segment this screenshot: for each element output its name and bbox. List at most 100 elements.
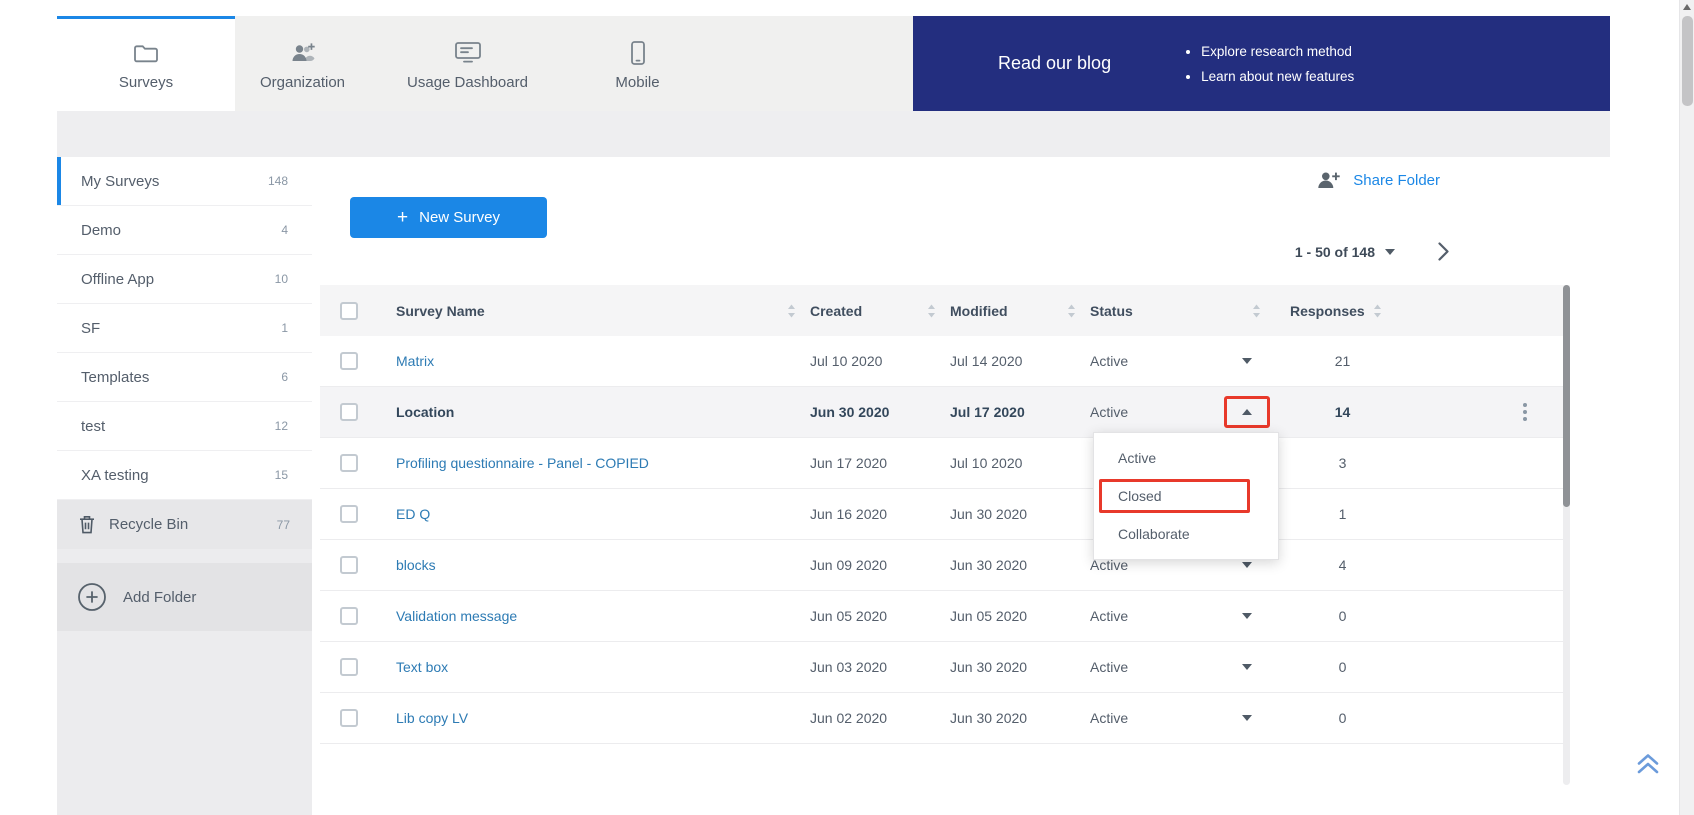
header-label: Responses xyxy=(1290,303,1365,319)
caret-down-icon[interactable] xyxy=(1242,664,1252,670)
sort-icon[interactable] xyxy=(1252,304,1261,318)
header-modified[interactable]: Modified xyxy=(950,303,1090,319)
survey-name-link[interactable]: Text box xyxy=(376,659,810,675)
status-cell[interactable]: Active xyxy=(1090,336,1275,386)
header-survey-name[interactable]: Survey Name xyxy=(376,303,810,319)
checkbox-cell xyxy=(320,454,376,472)
sort-icon[interactable] xyxy=(787,304,796,318)
survey-name-link[interactable]: Validation message xyxy=(376,608,810,624)
folder-count: 12 xyxy=(275,419,288,433)
header-created[interactable]: Created xyxy=(810,303,950,319)
new-survey-button[interactable]: + New Survey xyxy=(350,197,547,238)
checkbox-cell xyxy=(320,352,376,370)
header-checkbox-cell xyxy=(320,302,376,320)
header-status[interactable]: Status xyxy=(1090,303,1275,319)
folder-icon xyxy=(133,40,159,66)
table-row: Text box Jun 03 2020 Jun 30 2020 Active … xyxy=(320,642,1570,693)
created-cell: Jun 16 2020 xyxy=(810,506,950,522)
status-cell[interactable]: Active xyxy=(1090,591,1275,641)
caret-down-icon[interactable] xyxy=(1242,358,1252,364)
survey-name-link[interactable]: ED Q xyxy=(376,506,810,522)
status-cell[interactable]: Active xyxy=(1090,693,1275,743)
select-all-checkbox[interactable] xyxy=(340,302,358,320)
row-checkbox[interactable] xyxy=(340,709,358,727)
blog-banner[interactable]: Read our blog Explore research method Le… xyxy=(913,16,1610,111)
sidebar-folder[interactable]: Demo 4 xyxy=(57,206,312,255)
mobile-icon xyxy=(630,40,646,66)
status-label: Active xyxy=(1090,659,1128,675)
status-cell[interactable]: Active xyxy=(1090,642,1275,692)
created-cell: Jun 02 2020 xyxy=(810,710,950,726)
table-header: Survey Name Created Modified Status xyxy=(320,285,1570,336)
responses-cell: 0 xyxy=(1275,608,1395,624)
scrollbar-up-arrow[interactable] xyxy=(1683,4,1691,10)
status-label: Active xyxy=(1090,353,1128,369)
created-cell: Jun 17 2020 xyxy=(810,455,950,471)
row-checkbox[interactable] xyxy=(340,454,358,472)
plus-circle-icon xyxy=(77,582,107,612)
kebab-menu-icon[interactable] xyxy=(1519,399,1531,425)
share-folder-label: Share Folder xyxy=(1353,172,1440,189)
dropdown-option[interactable]: Closed xyxy=(1094,477,1278,515)
sidebar-folder[interactable]: Templates 6 xyxy=(57,353,312,402)
responses-cell: 3 xyxy=(1275,455,1395,471)
recycle-bin-label: Recycle Bin xyxy=(109,516,263,533)
checkbox-cell xyxy=(320,505,376,523)
sidebar-folder[interactable]: Offline App 10 xyxy=(57,255,312,304)
table-row: Profiling questionnaire - Panel - COPIED… xyxy=(320,438,1570,489)
survey-name-link[interactable]: Lib copy LV xyxy=(376,710,810,726)
next-page-button[interactable] xyxy=(1437,241,1450,262)
sort-icon[interactable] xyxy=(1373,304,1382,318)
annotation-box-closed xyxy=(1099,479,1250,513)
dropdown-option[interactable]: Collaborate xyxy=(1094,515,1278,553)
page-range-dropdown[interactable]: 1 - 50 of 148 xyxy=(1295,244,1395,260)
survey-name-link[interactable]: Matrix xyxy=(376,353,810,369)
row-checkbox[interactable] xyxy=(340,607,358,625)
created-cell: Jun 03 2020 xyxy=(810,659,950,675)
header-responses[interactable]: Responses xyxy=(1275,303,1480,319)
sort-icon[interactable] xyxy=(927,304,936,318)
survey-name-link[interactable]: blocks xyxy=(376,557,810,573)
table-scrollbar-thumb[interactable] xyxy=(1563,285,1570,507)
folder-label: Templates xyxy=(81,369,281,386)
nav-tab[interactable]: Organization xyxy=(235,16,370,111)
sidebar-folder[interactable]: My Surveys 148 xyxy=(57,157,312,206)
banner-bullets: Explore research method Learn about new … xyxy=(1181,39,1354,89)
responses-cell: 0 xyxy=(1275,710,1395,726)
status-cell[interactable]: Active xyxy=(1090,387,1275,437)
row-checkbox[interactable] xyxy=(340,403,358,421)
responses-cell: 4 xyxy=(1275,557,1395,573)
folder-count: 1 xyxy=(281,321,288,335)
nav-tabs: Surveys Organization Usage Dashboard Mob… xyxy=(57,16,913,111)
created-cell: Jun 09 2020 xyxy=(810,557,950,573)
status-label: Active xyxy=(1090,710,1128,726)
row-checkbox[interactable] xyxy=(340,556,358,574)
row-checkbox[interactable] xyxy=(340,505,358,523)
sort-icon[interactable] xyxy=(1067,304,1076,318)
trash-icon xyxy=(79,515,95,534)
sidebar-folder[interactable]: test 12 xyxy=(57,402,312,451)
sidebar-folder[interactable]: SF 1 xyxy=(57,304,312,353)
nav-tab[interactable]: Surveys xyxy=(57,16,235,111)
row-checkbox[interactable] xyxy=(340,352,358,370)
nav-tab[interactable]: Mobile xyxy=(565,16,710,111)
share-folder-button[interactable]: Share Folder xyxy=(1315,170,1440,190)
sidebar-folder[interactable]: XA testing 15 xyxy=(57,451,312,500)
caret-down-icon[interactable] xyxy=(1242,613,1252,619)
survey-name-link[interactable]: Location xyxy=(376,404,810,420)
page-range-label: 1 - 50 of 148 xyxy=(1295,244,1375,260)
folder-count: 10 xyxy=(275,272,288,286)
row-checkbox[interactable] xyxy=(340,658,358,676)
dropdown-option[interactable]: Active xyxy=(1094,439,1278,477)
sidebar-recycle-bin[interactable]: Recycle Bin 77 xyxy=(57,500,312,549)
caret-down-icon[interactable] xyxy=(1242,715,1252,721)
people-icon xyxy=(289,40,316,66)
page-scrollbar-thumb[interactable] xyxy=(1682,16,1693,106)
add-person-icon xyxy=(1315,170,1341,190)
survey-name-link[interactable]: Profiling questionnaire - Panel - COPIED xyxy=(376,455,810,471)
add-folder-button[interactable]: Add Folder xyxy=(57,563,312,631)
responses-cell: 14 xyxy=(1275,404,1395,420)
nav-tab[interactable]: Usage Dashboard xyxy=(370,16,565,111)
caret-down-icon[interactable] xyxy=(1242,562,1252,568)
back-to-top-button[interactable] xyxy=(1634,750,1662,781)
